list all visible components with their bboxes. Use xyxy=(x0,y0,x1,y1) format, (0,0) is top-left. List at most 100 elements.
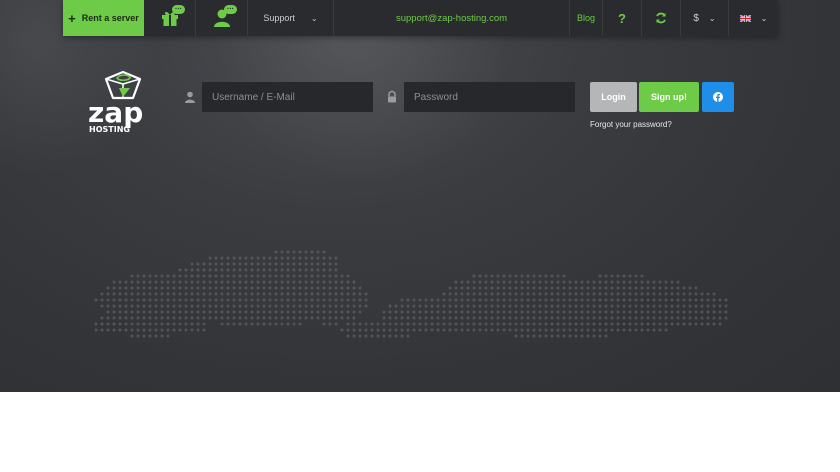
map-dot xyxy=(352,310,356,314)
map-dot xyxy=(526,274,530,278)
username-input[interactable] xyxy=(202,82,373,112)
forgot-password-link[interactable]: Forgot your password? xyxy=(590,120,672,129)
map-dot xyxy=(580,316,584,320)
map-dot xyxy=(616,328,620,332)
map-dot xyxy=(550,334,554,338)
map-dot xyxy=(490,274,494,278)
map-dot xyxy=(244,322,248,326)
map-dot xyxy=(568,286,572,290)
map-dot xyxy=(574,286,578,290)
map-dot xyxy=(160,322,164,326)
help-button[interactable]: ? xyxy=(603,0,642,36)
map-dot xyxy=(652,328,656,332)
map-dot xyxy=(484,286,488,290)
map-dot xyxy=(586,286,590,290)
map-dot xyxy=(640,286,644,290)
map-dot xyxy=(334,274,338,278)
logo-subtext: HOSTING xyxy=(89,125,130,134)
map-dot xyxy=(268,316,272,320)
blog-link[interactable]: Blog xyxy=(570,0,603,36)
map-dot xyxy=(460,328,464,332)
map-dot xyxy=(448,304,452,308)
map-dot xyxy=(256,268,260,272)
map-dot xyxy=(454,292,458,296)
map-dot xyxy=(280,262,284,266)
map-dot xyxy=(244,298,248,302)
map-dot xyxy=(208,310,212,314)
map-dot xyxy=(352,304,356,308)
support-dropdown[interactable]: Support ⌄ xyxy=(248,0,334,36)
rent-server-button[interactable]: + Rent a server xyxy=(63,0,144,36)
map-dot xyxy=(490,328,494,332)
map-dot xyxy=(202,292,206,296)
map-dot xyxy=(208,304,212,308)
map-dot xyxy=(250,292,254,296)
map-dot xyxy=(406,304,410,308)
map-dot xyxy=(166,286,170,290)
map-dot xyxy=(298,274,302,278)
map-dot xyxy=(190,304,194,308)
map-dot xyxy=(520,280,524,284)
map-dot xyxy=(724,298,728,302)
map-dot xyxy=(130,316,134,320)
currency-dropdown[interactable]: $ ⌄ xyxy=(681,0,729,36)
map-dot xyxy=(490,322,494,326)
map-dot xyxy=(388,328,392,332)
map-dot xyxy=(148,304,152,308)
map-dot xyxy=(640,316,644,320)
map-dot xyxy=(598,298,602,302)
map-dot xyxy=(724,310,728,314)
map-dot xyxy=(586,304,590,308)
map-dot xyxy=(334,256,338,260)
map-dot xyxy=(544,310,548,314)
map-dot xyxy=(532,286,536,290)
map-dot xyxy=(274,250,278,254)
map-dot xyxy=(262,298,266,302)
map-dot xyxy=(472,316,476,320)
map-dot xyxy=(568,310,572,314)
map-dot xyxy=(694,310,698,314)
zap-hosting-logo[interactable]: zap HOSTING xyxy=(86,70,160,136)
map-dot xyxy=(538,334,542,338)
map-dot xyxy=(136,304,140,308)
map-dot xyxy=(526,286,530,290)
facebook-login-button[interactable] xyxy=(702,82,734,112)
map-dot xyxy=(94,298,98,302)
map-dot xyxy=(172,322,176,326)
login-button[interactable]: Login xyxy=(590,82,637,112)
language-dropdown[interactable]: ⌄ xyxy=(729,0,778,36)
map-dot xyxy=(712,322,716,326)
map-dot xyxy=(514,280,518,284)
map-dot xyxy=(148,334,152,338)
refresh-button[interactable] xyxy=(642,0,681,36)
support-email-link[interactable]: support@zap-hosting.com xyxy=(334,0,570,36)
map-dot xyxy=(172,310,176,314)
map-dot xyxy=(598,304,602,308)
map-dot xyxy=(640,328,644,332)
gift-button[interactable]: ··· xyxy=(144,0,196,36)
map-dot xyxy=(472,322,476,326)
map-dot xyxy=(316,304,320,308)
map-dot xyxy=(280,298,284,302)
password-input[interactable] xyxy=(404,82,575,112)
signup-button[interactable]: Sign up! xyxy=(639,82,699,112)
map-dot xyxy=(286,262,290,266)
hero-background xyxy=(0,0,840,392)
map-dot xyxy=(532,292,536,296)
map-dot xyxy=(694,286,698,290)
map-dot xyxy=(388,316,392,320)
map-dot xyxy=(676,304,680,308)
map-dot xyxy=(106,322,110,326)
map-dot xyxy=(628,310,632,314)
map-dot xyxy=(316,316,320,320)
map-dot xyxy=(142,280,146,284)
map-dot xyxy=(454,322,458,326)
map-dot xyxy=(286,286,290,290)
map-dot xyxy=(196,286,200,290)
map-dot xyxy=(568,316,572,320)
map-dot xyxy=(508,274,512,278)
map-dot xyxy=(196,304,200,308)
map-dot xyxy=(328,304,332,308)
account-button[interactable]: ··· xyxy=(196,0,248,36)
map-dot xyxy=(412,310,416,314)
